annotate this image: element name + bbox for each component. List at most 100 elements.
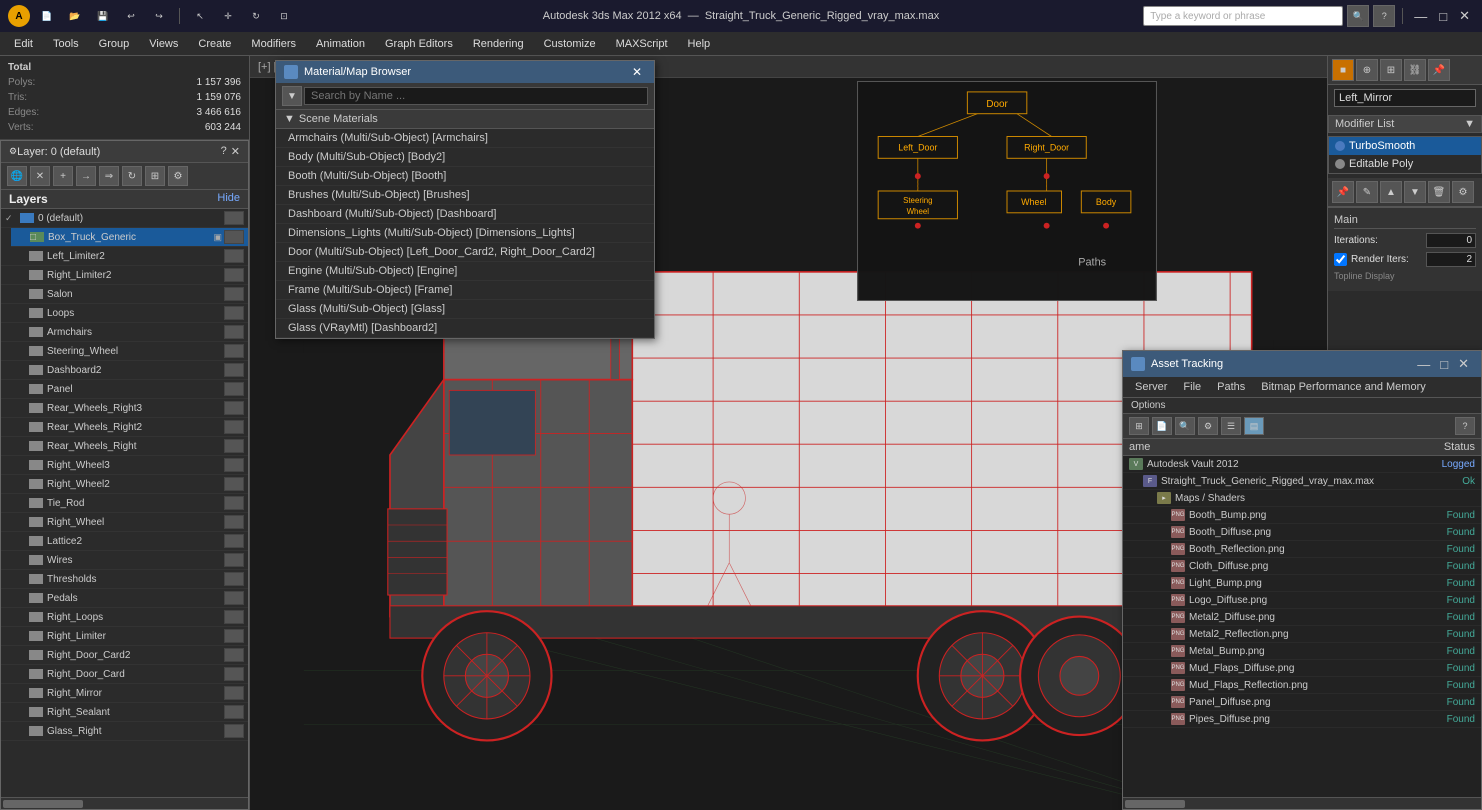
mc-pin[interactable]: 📌 <box>1332 181 1354 203</box>
layer-refresh-btn[interactable]: ↻ <box>122 166 142 186</box>
layer-item-wires[interactable]: Wires <box>1 551 248 570</box>
layer-globe-btn[interactable]: 🌐 <box>7 166 27 186</box>
asset-item-maps[interactable]: ▸ Maps / Shaders <box>1123 490 1481 507</box>
mat-item-glass[interactable]: Glass (Multi/Sub-Object) [Glass] <box>276 300 654 319</box>
asset-minimize-btn[interactable]: — <box>1413 354 1434 374</box>
layer-item-right-loops[interactable]: Right_Loops <box>1 608 248 627</box>
mat-item-door[interactable]: Door (Multi/Sub-Object) [Left_Door_Card2… <box>276 243 654 262</box>
search-icon-btn[interactable]: 🔍 <box>1347 5 1369 27</box>
layer-item-lattice2[interactable]: Lattice2 <box>1 532 248 551</box>
menu-help[interactable]: Help <box>678 36 721 52</box>
at-btn1[interactable]: ⊞ <box>1129 417 1149 435</box>
at-btn3[interactable]: 🔍 <box>1175 417 1195 435</box>
layer-item-right-sealant[interactable]: Right_Sealant <box>1 703 248 722</box>
iterations-input[interactable] <box>1426 233 1476 248</box>
rp-link-btn[interactable]: ⛓ <box>1404 59 1426 81</box>
layer-dialog-close-btn[interactable]: ✕ <box>231 145 240 158</box>
restore-btn[interactable]: □ <box>1435 7 1451 26</box>
at-btn4[interactable]: ⚙ <box>1198 417 1218 435</box>
menu-edit[interactable]: Edit <box>4 36 43 52</box>
asset-item-booth-diff[interactable]: PNG Booth_Diffuse.png Found <box>1123 524 1481 541</box>
at-btn6[interactable]: ▤ <box>1244 417 1264 435</box>
asset-item-mud-flaps-diff[interactable]: PNG Mud_Flaps_Diffuse.png Found <box>1123 660 1481 677</box>
modifier-list-dropdown[interactable]: Modifier List ▼ <box>1328 115 1482 133</box>
asset-item-booth-bump[interactable]: PNG Booth_Bump.png Found <box>1123 507 1481 524</box>
search-box[interactable]: Type a keyword or phrase <box>1143 6 1343 26</box>
at-help-btn[interactable]: ? <box>1455 417 1475 435</box>
mat-item-body[interactable]: Body (Multi/Sub-Object) [Body2] <box>276 148 654 167</box>
rp-pin-btn[interactable]: 📌 <box>1428 59 1450 81</box>
layer-item-panel[interactable]: Panel <box>1 380 248 399</box>
layer-settings-btn[interactable]: ⚙ <box>168 166 188 186</box>
layer-item-rwr2[interactable]: Rear_Wheels_Right2 <box>1 418 248 437</box>
asset-item-metal2-diff[interactable]: PNG Metal2_Diffuse.png Found <box>1123 609 1481 626</box>
menu-views[interactable]: Views <box>139 36 188 52</box>
material-dialog-close[interactable]: ✕ <box>628 64 646 80</box>
asset-item-light-bump[interactable]: PNG Light_Bump.png Found <box>1123 575 1481 592</box>
close-btn[interactable]: ✕ <box>1455 6 1474 26</box>
mat-item-booth[interactable]: Booth (Multi/Sub-Object) [Booth] <box>276 167 654 186</box>
layer-item-right-limiter[interactable]: Right_Limiter <box>1 627 248 646</box>
asset-menu-server[interactable]: Server <box>1127 379 1175 395</box>
asset-item-cloth-diff[interactable]: PNG Cloth_Diffuse.png Found <box>1123 558 1481 575</box>
asset-menu-file[interactable]: File <box>1175 379 1209 395</box>
layer-item-pedals[interactable]: Pedals <box>1 589 248 608</box>
layer-item-tie-rod[interactable]: Tie_Rod <box>1 494 248 513</box>
layer-item-right-limiter2[interactable]: Right_Limiter2 <box>1 266 248 285</box>
rp-color-btn[interactable]: ■ <box>1332 59 1354 81</box>
layer-item-rw3[interactable]: Right_Wheel3 <box>1 456 248 475</box>
menu-create[interactable]: Create <box>188 36 241 52</box>
asset-item-metal2-refl[interactable]: PNG Metal2_Reflection.png Found <box>1123 626 1481 643</box>
layer-move-btn[interactable]: ⇒ <box>99 166 119 186</box>
layer-item-armchairs[interactable]: Armchairs <box>1 323 248 342</box>
menu-customize[interactable]: Customize <box>534 36 606 52</box>
asset-item-vault[interactable]: V Autodesk Vault 2012 Logged <box>1123 456 1481 473</box>
asset-close-btn[interactable]: ✕ <box>1454 354 1473 374</box>
menu-maxscript[interactable]: MAXScript <box>606 36 678 52</box>
save-btn[interactable]: 💾 <box>92 5 114 27</box>
move-btn[interactable]: ✛ <box>217 5 239 27</box>
mc-delete[interactable]: 🗑 <box>1428 181 1450 203</box>
hide-label[interactable]: Hide <box>217 192 240 206</box>
mc-settings[interactable]: ⚙ <box>1452 181 1474 203</box>
asset-menu-options[interactable]: Options <box>1131 400 1165 411</box>
render-iters-input[interactable] <box>1426 252 1476 267</box>
menu-rendering[interactable]: Rendering <box>463 36 534 52</box>
mc-edit[interactable]: ✎ <box>1356 181 1378 203</box>
mc-move-down[interactable]: ▼ <box>1404 181 1426 203</box>
undo-btn[interactable]: ↩ <box>120 5 142 27</box>
layer-item-box-truck[interactable]: □ Box_Truck_Generic ▣ <box>11 228 248 247</box>
layer-item-dashboard2[interactable]: Dashboard2 <box>1 361 248 380</box>
new-file-btn[interactable]: 📄 <box>36 5 58 27</box>
open-btn[interactable]: 📂 <box>64 5 86 27</box>
asset-item-panel-diff[interactable]: PNG Panel_Diffuse.png Found <box>1123 694 1481 711</box>
mat-item-brushes[interactable]: Brushes (Multi/Sub-Object) [Brushes] <box>276 186 654 205</box>
help-icon-btn[interactable]: ? <box>1373 5 1395 27</box>
layers-hscroll[interactable] <box>1 797 248 809</box>
mat-item-dashboard[interactable]: Dashboard (Multi/Sub-Object) [Dashboard] <box>276 205 654 224</box>
layer-item-loops[interactable]: Loops <box>1 304 248 323</box>
layer-item-thresholds[interactable]: Thresholds <box>1 570 248 589</box>
menu-graph-editors[interactable]: Graph Editors <box>375 36 463 52</box>
layer-delete-btn[interactable]: ✕ <box>30 166 50 186</box>
render-iters-checkbox[interactable] <box>1334 253 1347 266</box>
redo-btn[interactable]: ↪ <box>148 5 170 27</box>
layer-item-rdc[interactable]: Right_Door_Card <box>1 665 248 684</box>
at-btn2[interactable]: 📄 <box>1152 417 1172 435</box>
modifier-editable-poly[interactable]: Editable Poly <box>1329 155 1481 173</box>
layer-item-rw2[interactable]: Right_Wheel2 <box>1 475 248 494</box>
asset-menu-bitmap[interactable]: Bitmap Performance and Memory <box>1253 379 1433 395</box>
asset-menu-paths[interactable]: Paths <box>1209 379 1253 395</box>
asset-item-logo-diff[interactable]: PNG Logo_Diffuse.png Found <box>1123 592 1481 609</box>
material-search-input[interactable] <box>304 87 648 105</box>
menu-tools[interactable]: Tools <box>43 36 89 52</box>
rp-snap-btn[interactable]: ⊕ <box>1356 59 1378 81</box>
menu-modifiers[interactable]: Modifiers <box>241 36 306 52</box>
asset-item-metal-bump[interactable]: PNG Metal_Bump.png Found <box>1123 643 1481 660</box>
layer-dialog-help-btn[interactable]: ? <box>221 145 227 158</box>
mat-item-armchairs[interactable]: Armchairs (Multi/Sub-Object) [Armchairs] <box>276 129 654 148</box>
layer-item-0[interactable]: ✓ 0 (default) <box>1 209 248 228</box>
layer-item-glass-right[interactable]: Glass_Right <box>1 722 248 741</box>
asset-restore-btn[interactable]: □ <box>1436 354 1452 374</box>
select-btn[interactable]: ↖ <box>189 5 211 27</box>
